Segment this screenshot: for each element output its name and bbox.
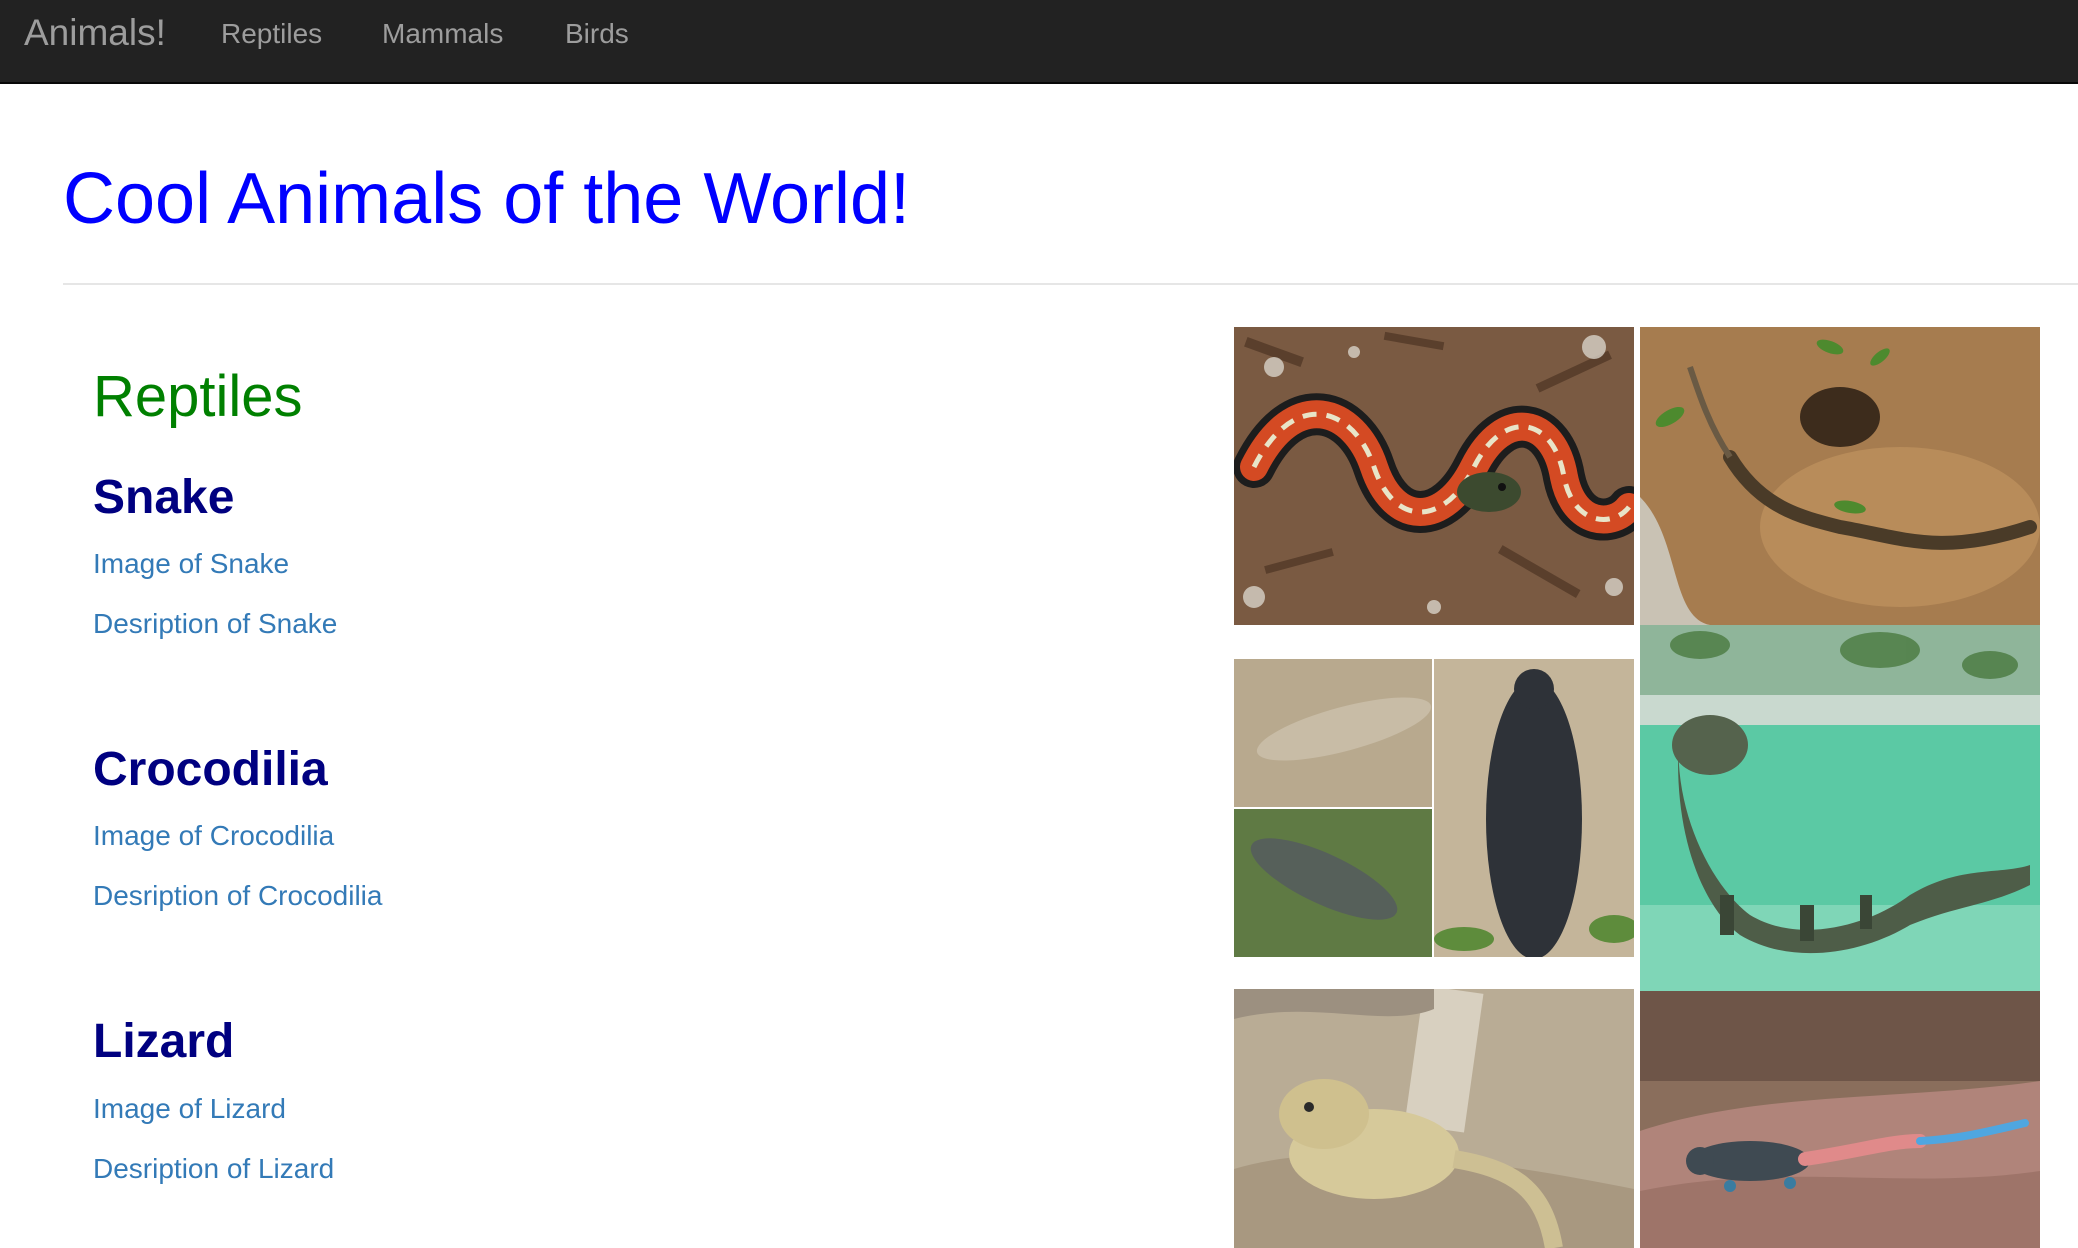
water-snake-photo[interactable] (1640, 327, 2040, 625)
animal-name-snake: Snake (93, 471, 235, 524)
bearded-dragon-photo[interactable] (1234, 989, 1634, 1248)
crocodilia-photo[interactable] (1234, 659, 1634, 957)
image-link-lizard[interactable]: Image of Lizard (93, 1092, 286, 1126)
nav-link-reptiles[interactable]: Reptiles (221, 17, 322, 51)
section-title-reptiles: Reptiles (93, 364, 303, 429)
animal-name-crocodilia: Crocodilia (93, 743, 328, 796)
image-link-snake[interactable]: Image of Snake (93, 547, 289, 581)
nav-link-mammals[interactable]: Mammals (382, 17, 503, 51)
description-link-lizard[interactable]: Desription of Lizard (93, 1152, 334, 1186)
description-link-crocodilia[interactable]: Desription of Crocodilia (93, 879, 382, 913)
image-link-crocodilia[interactable]: Image of Crocodilia (93, 819, 334, 853)
snake-photo[interactable] (1234, 327, 1634, 625)
top-navbar: Animals! Reptiles Mammals Birds (0, 0, 2078, 84)
brand-link[interactable]: Animals! (24, 12, 166, 54)
animal-name-lizard: Lizard (93, 1015, 235, 1068)
crocodile-underwater-photo[interactable] (1640, 625, 2040, 991)
description-link-snake[interactable]: Desription of Snake (93, 607, 337, 641)
page-title: Cool Animals of the World! (63, 159, 911, 239)
header-divider (63, 283, 2078, 285)
blue-tailed-lizard-photo[interactable] (1640, 991, 2040, 1248)
nav-link-birds[interactable]: Birds (565, 17, 629, 51)
